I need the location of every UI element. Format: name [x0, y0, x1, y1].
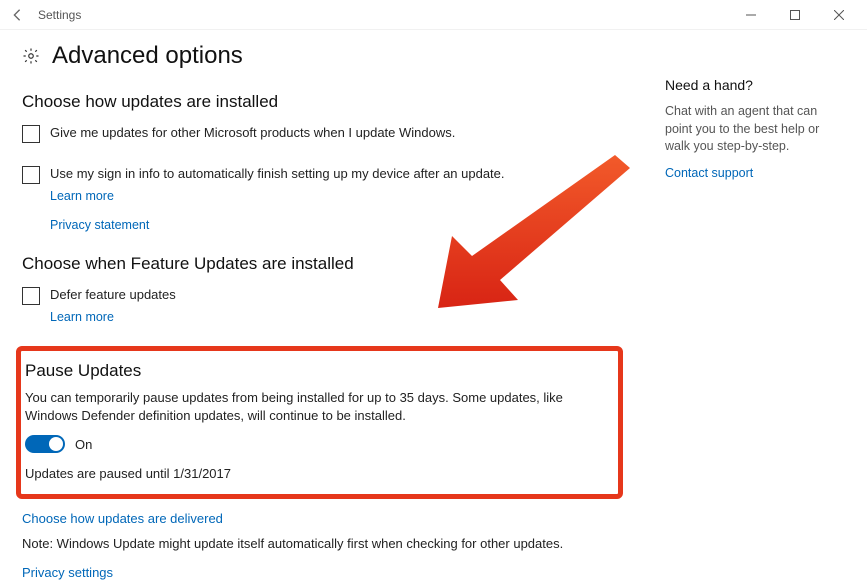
window-title: Settings: [38, 8, 81, 22]
checkbox-row-other-products[interactable]: Give me updates for other Microsoft prod…: [22, 124, 625, 143]
title-bar: Settings: [0, 0, 867, 30]
checkbox-icon[interactable]: [22, 166, 40, 184]
close-button[interactable]: [817, 0, 861, 30]
checkbox-label: Defer feature updates: [50, 286, 176, 304]
privacy-statement-link[interactable]: Privacy statement: [50, 218, 149, 232]
checkbox-row-defer[interactable]: Defer feature updates: [22, 286, 625, 305]
sidebar-help: Need a hand? Chat with an agent that can…: [665, 42, 845, 580]
delivery-link[interactable]: Choose how updates are delivered: [22, 511, 223, 526]
gear-icon: [22, 47, 40, 65]
toggle-knob: [49, 437, 63, 451]
highlight-pause-updates: Pause Updates You can temporarily pause …: [16, 346, 623, 499]
checkbox-label: Use my sign in info to automatically fin…: [50, 165, 505, 183]
page-title: Advanced options: [52, 42, 243, 70]
pause-toggle[interactable]: [25, 435, 65, 453]
pause-description: You can temporarily pause updates from b…: [25, 389, 606, 425]
pause-toggle-row: On: [25, 435, 606, 453]
learn-more-link[interactable]: Learn more: [50, 310, 114, 324]
contact-support-link[interactable]: Contact support: [665, 166, 753, 180]
footer-note: Note: Windows Update might update itself…: [22, 536, 625, 551]
window-controls: [729, 0, 861, 30]
sidebar-heading: Need a hand?: [665, 77, 845, 93]
sidebar-body: Chat with an agent that can point you to…: [665, 103, 845, 156]
maximize-button[interactable]: [773, 0, 817, 30]
checkbox-icon[interactable]: [22, 125, 40, 143]
section-install-how: Choose how updates are installed Give me…: [22, 92, 625, 232]
back-icon[interactable]: [10, 8, 24, 22]
page-title-row: Advanced options: [22, 42, 625, 70]
pause-status-text: Updates are paused until 1/31/2017: [25, 465, 606, 483]
checkbox-icon[interactable]: [22, 287, 40, 305]
section-heading: Choose when Feature Updates are installe…: [22, 254, 625, 274]
toggle-label: On: [75, 437, 92, 452]
minimize-button[interactable]: [729, 0, 773, 30]
titlebar-left: Settings: [10, 8, 81, 22]
section-heading: Choose how updates are installed: [22, 92, 625, 112]
privacy-settings-link[interactable]: Privacy settings: [22, 565, 113, 580]
checkbox-row-signin-info[interactable]: Use my sign in info to automatically fin…: [22, 165, 625, 184]
section-heading: Pause Updates: [25, 361, 606, 381]
section-feature-updates: Choose when Feature Updates are installe…: [22, 254, 625, 324]
learn-more-link[interactable]: Learn more: [50, 189, 114, 203]
checkbox-label: Give me updates for other Microsoft prod…: [50, 124, 455, 142]
